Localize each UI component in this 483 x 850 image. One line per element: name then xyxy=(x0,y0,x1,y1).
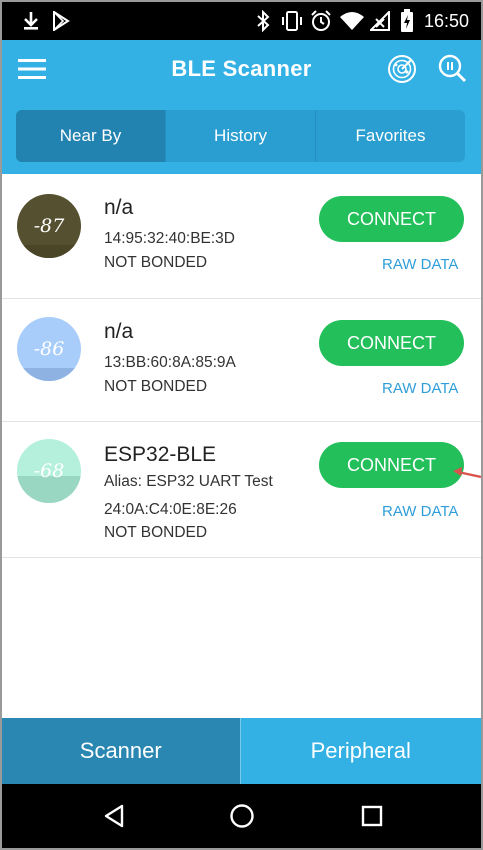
raw-data-link[interactable]: RAW DATA xyxy=(382,503,458,520)
device-row[interactable]: -86 n/a 13:BB:60:8A:85:9A NOT BONDED CON… xyxy=(2,298,481,422)
device-alias: Alias: ESP32 UART Test xyxy=(104,473,273,490)
tab-near-by[interactable]: Near By xyxy=(16,110,166,162)
nav-peripheral[interactable]: Peripheral xyxy=(239,718,481,784)
no-signal-icon xyxy=(368,2,392,40)
device-row[interactable]: -68 ESP32-BLE Alias: ESP32 UART Test 24:… xyxy=(2,421,481,558)
battery-charging-icon xyxy=(396,2,418,40)
nav-scanner[interactable]: Scanner xyxy=(2,718,240,784)
device-name: n/a xyxy=(104,196,134,219)
raw-data-link[interactable]: RAW DATA xyxy=(382,256,458,273)
device-name: ESP32-BLE xyxy=(104,443,217,466)
vibrate-icon xyxy=(278,2,306,40)
rssi-badge: -68 xyxy=(17,439,81,503)
bottom-nav: Scanner Peripheral xyxy=(2,718,481,784)
download-icon xyxy=(18,2,44,40)
bluetooth-icon xyxy=(252,2,274,40)
device-address: 24:0A:C4:0E:8E:26 xyxy=(104,501,237,518)
connect-button[interactable]: CONNECT xyxy=(319,196,464,242)
app-screen: 16:50 BLE Scanner Near By History Favori… xyxy=(0,0,483,850)
rssi-value: -86 xyxy=(33,338,65,360)
wifi-icon xyxy=(338,2,366,40)
device-address: 13:BB:60:8A:85:9A xyxy=(104,354,236,371)
recents-icon[interactable] xyxy=(352,784,392,848)
alarm-icon xyxy=(308,2,334,40)
app-bar: BLE Scanner xyxy=(2,40,481,98)
bond-status: NOT BONDED xyxy=(104,524,208,541)
connect-button[interactable]: CONNECT xyxy=(319,442,464,488)
device-row[interactable]: -87 n/a 14:95:32:40:BE:3D NOT BONDED CON… xyxy=(2,174,481,299)
connect-button[interactable]: CONNECT xyxy=(319,320,464,366)
tab-bar: Near By History Favorites xyxy=(2,98,481,174)
bond-status: NOT BONDED xyxy=(104,378,208,395)
system-nav-bar xyxy=(2,784,481,848)
segmented-tabs: Near By History Favorites xyxy=(16,110,465,162)
bond-status: NOT BONDED xyxy=(104,254,208,271)
play-store-icon xyxy=(48,2,74,40)
device-list: -87 n/a 14:95:32:40:BE:3D NOT BONDED CON… xyxy=(2,174,481,719)
rssi-badge: -86 xyxy=(17,317,81,381)
rssi-value: -87 xyxy=(33,215,65,237)
home-icon[interactable] xyxy=(222,784,262,848)
tab-favorites[interactable]: Favorites xyxy=(316,110,465,162)
status-time: 16:50 xyxy=(423,11,469,31)
raw-data-link[interactable]: RAW DATA xyxy=(382,380,458,397)
tab-history[interactable]: History xyxy=(166,110,316,162)
device-name: n/a xyxy=(104,320,134,343)
annotation-arrow-icon xyxy=(453,467,481,479)
status-bar: 16:50 xyxy=(2,2,481,40)
device-address: 14:95:32:40:BE:3D xyxy=(104,230,235,247)
rssi-value: -68 xyxy=(33,460,65,482)
search-icon[interactable] xyxy=(432,40,472,98)
radar-icon[interactable] xyxy=(382,40,422,98)
back-icon[interactable] xyxy=(94,784,134,848)
rssi-badge: -87 xyxy=(17,194,81,258)
